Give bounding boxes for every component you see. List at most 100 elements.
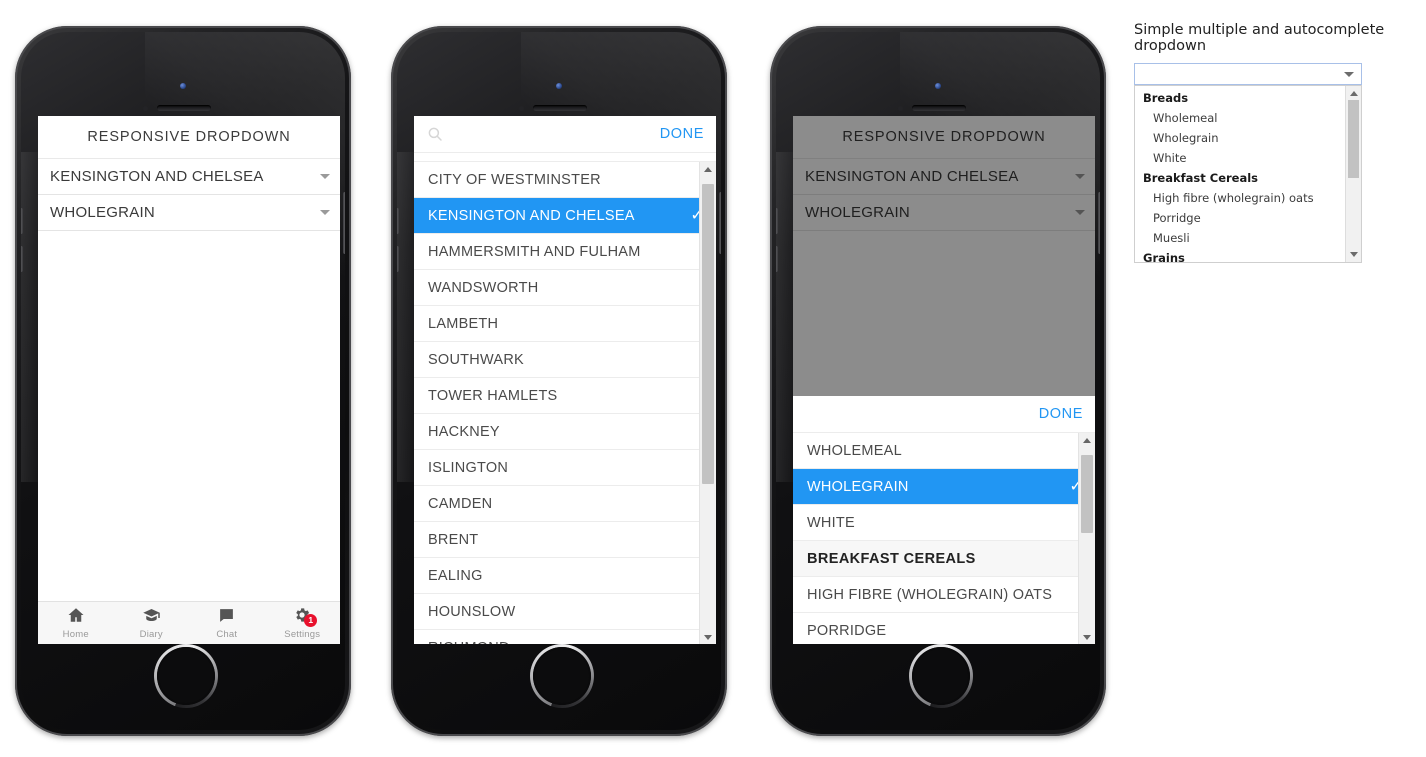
volume-down-button[interactable] (21, 246, 23, 272)
home-button[interactable] (154, 644, 218, 708)
scroll-up-arrow-icon[interactable] (1349, 91, 1358, 96)
picker-item[interactable]: HAMMERSMITH AND FULHAM (414, 234, 716, 270)
volume-down-button[interactable] (776, 246, 778, 272)
picker-item[interactable]: CITY OF WESTMINSTER (414, 162, 716, 198)
picker-item[interactable]: LAMBETH (414, 306, 716, 342)
scrollbar-thumb[interactable] (1081, 455, 1093, 533)
phone-1-screen: RESPONSIVE DROPDOWN KENSINGTON AND CHELS… (38, 116, 340, 644)
bottom-tab-bar: Home Diary Chat 1 Settings (38, 601, 340, 644)
picker-item[interactable]: EALING (414, 558, 716, 594)
picker-item-label: WANDSWORTH (428, 279, 539, 296)
picker-divider (414, 153, 716, 162)
phone-device-1: RESPONSIVE DROPDOWN KENSINGTON AND CHELS… (15, 26, 351, 736)
screenshot-root: RESPONSIVE DROPDOWN KENSINGTON AND CHELS… (0, 0, 1426, 757)
picker-item-label: CITY OF WESTMINSTER (428, 171, 601, 188)
picker-header-boroughs: DONE (414, 116, 716, 153)
picker-item-label: PORRIDGE (807, 622, 887, 639)
phone-2-body: DONE CITY OF WESTMINSTER KENSINGTON AND C… (397, 32, 721, 730)
phone-1-body: RESPONSIVE DROPDOWN KENSINGTON AND CHELS… (21, 32, 345, 730)
picker-header-foods: DONE (793, 396, 1095, 433)
picker-item[interactable]: WHOLEMEAL (793, 433, 1095, 469)
picker-item[interactable]: HOUNSLOW (414, 594, 716, 630)
scrollbar-thumb[interactable] (1348, 100, 1359, 178)
picker-item[interactable]: ISLINGTON (414, 450, 716, 486)
picker-item[interactable]: RICHMOND (414, 630, 716, 644)
picker-list-boroughs[interactable]: CITY OF WESTMINSTER KENSINGTON AND CHELSE… (414, 162, 716, 644)
search-icon[interactable] (426, 125, 444, 143)
picker-item[interactable]: PORRIDGE (793, 613, 1095, 644)
combobox-option[interactable]: Wholegrain (1135, 128, 1361, 148)
tab-home-label: Home (62, 629, 89, 640)
select-borough-value: KENSINGTON AND CHELSEA (50, 168, 264, 185)
scrollbar-thumb[interactable] (702, 184, 714, 484)
picker-item-label: WHOLEMEAL (807, 442, 902, 459)
volume-up-button[interactable] (397, 208, 399, 234)
picker-group-header: BREAKFAST CEREALS (793, 541, 1095, 577)
picker-list-foods[interactable]: WHOLEMEAL WHOLEGRAIN ✓ WHITE BREAKFAST CEREA… (793, 433, 1095, 644)
home-icon (67, 606, 85, 628)
picker-item[interactable]: KENSINGTON AND CHELSEA ✓ (414, 198, 716, 234)
autocomplete-panel: Simple multiple and autocomplete dropdow… (1134, 22, 1426, 263)
phone-device-3: RESPONSIVE DROPDOWN KENSINGTON AND CHELS… (770, 26, 1106, 736)
done-button[interactable]: DONE (1039, 406, 1083, 422)
tab-chat-label: Chat (216, 628, 238, 640)
tab-diary-label: Diary (139, 629, 163, 640)
vertical-scrollbar[interactable] (1078, 433, 1095, 644)
combobox-option[interactable]: Wholemeal (1135, 108, 1361, 128)
picker-item-label: HOUNSLOW (428, 603, 516, 620)
picker-item[interactable]: HIGH FIBRE (WHOLEGRAIN) OATS (793, 577, 1095, 613)
volume-up-button[interactable] (21, 208, 23, 234)
combobox-scrollbar[interactable] (1345, 86, 1361, 262)
chevron-down-icon (320, 174, 330, 179)
chevron-down-icon (320, 210, 330, 215)
combobox-dropdown-menu[interactable]: Breads Wholemeal Wholegrain White Breakfast … (1134, 85, 1362, 263)
picker-item-label: BREAKFAST CEREALS (807, 550, 976, 567)
select-borough[interactable]: KENSINGTON AND CHELSEA (38, 159, 340, 195)
picker-item[interactable]: WANDSWORTH (414, 270, 716, 306)
picker-item-label: WHITE (807, 514, 855, 531)
home-button[interactable] (530, 644, 594, 708)
volume-up-button[interactable] (776, 208, 778, 234)
picker-item-label: KENSINGTON AND CHELSEA (428, 207, 635, 224)
combobox-option[interactable]: High fibre (wholegrain) oats (1135, 188, 1361, 208)
power-button[interactable] (1098, 192, 1100, 254)
power-button[interactable] (343, 192, 345, 254)
picker-item[interactable]: BRENT (414, 522, 716, 558)
scroll-down-arrow-icon[interactable] (1349, 252, 1358, 257)
tab-diary[interactable]: Diary (114, 602, 190, 644)
combobox-option[interactable]: White (1135, 148, 1361, 168)
power-button[interactable] (719, 192, 721, 254)
settings-badge: 1 (304, 614, 318, 627)
tab-chat[interactable]: Chat (189, 602, 265, 644)
combobox-option[interactable]: Muesli (1135, 228, 1361, 248)
phone-2-screen: DONE CITY OF WESTMINSTER KENSINGTON AND C… (414, 116, 716, 644)
scroll-up-arrow-icon[interactable] (1083, 438, 1091, 443)
front-camera-icon (935, 83, 941, 89)
front-camera-icon (556, 83, 562, 89)
picker-item[interactable]: HACKNEY (414, 414, 716, 450)
volume-down-button[interactable] (397, 246, 399, 272)
select-food[interactable]: WHOLEGRAIN (38, 195, 340, 231)
home-button[interactable] (909, 644, 973, 708)
phone-3-body: RESPONSIVE DROPDOWN KENSINGTON AND CHELS… (776, 32, 1100, 730)
select-food-value: WHOLEGRAIN (50, 204, 156, 221)
scroll-down-arrow-icon[interactable] (1083, 635, 1091, 640)
picker-item[interactable]: WHOLEGRAIN ✓ (793, 469, 1095, 505)
earpiece-speaker-icon (157, 105, 211, 111)
combobox-group-header: Grains (1143, 251, 1185, 263)
done-button[interactable]: DONE (660, 126, 704, 142)
vertical-scrollbar[interactable] (699, 162, 716, 644)
tab-home[interactable]: Home (38, 602, 114, 644)
multiselect-combobox[interactable] (1134, 63, 1362, 85)
picker-item[interactable]: TOWER HAMLETS (414, 378, 716, 414)
combobox-option[interactable]: Porridge (1135, 208, 1361, 228)
chevron-down-icon[interactable] (1344, 71, 1354, 77)
modal-dim-overlay[interactable] (793, 116, 1095, 396)
picker-item[interactable]: CAMDEN (414, 486, 716, 522)
page-title: RESPONSIVE DROPDOWN (87, 129, 291, 145)
scroll-up-arrow-icon[interactable] (704, 167, 712, 172)
picker-item[interactable]: SOUTHWARK (414, 342, 716, 378)
tab-settings[interactable]: 1 Settings (265, 602, 341, 644)
picker-item[interactable]: WHITE (793, 505, 1095, 541)
scroll-down-arrow-icon[interactable] (704, 635, 712, 640)
